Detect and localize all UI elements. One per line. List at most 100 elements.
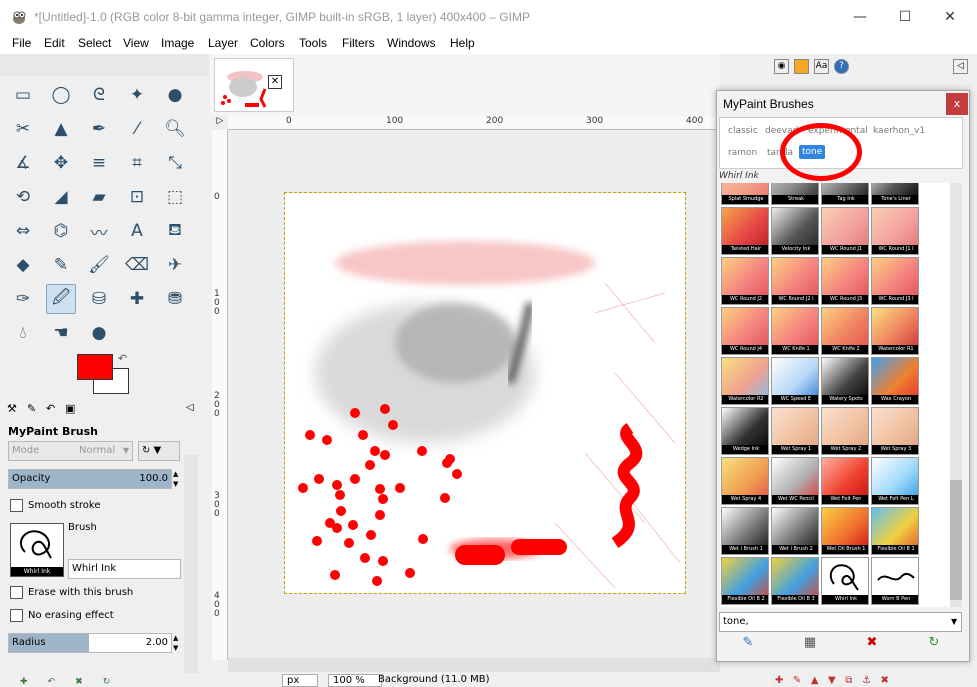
horizontal-scrollbar[interactable] [228, 658, 720, 672]
brush-item[interactable]: Flexible Oil B 2 [721, 557, 769, 605]
tool-options-buttons[interactable]: ✚ ↶ ✖ ↻ [20, 677, 180, 687]
brush-item[interactable]: Watery Spots [821, 357, 869, 405]
brushes-tab-icon[interactable]: ◉ [774, 59, 789, 74]
brush-item[interactable]: Wet I Brush 2 [771, 507, 819, 555]
brush-item[interactable]: WC Round J2 [721, 257, 769, 305]
brush-item[interactable]: WC Knife 2 [821, 307, 869, 355]
brush-item[interactable]: Watercolor R1 [871, 307, 919, 355]
menu-file[interactable]: File [12, 36, 31, 50]
ink-icon[interactable]: ✑ [8, 284, 38, 314]
heal-icon[interactable]: ✚ [122, 284, 152, 314]
zoom-icon[interactable]: 🔍︎ [160, 114, 190, 144]
eraser-icon[interactable]: ⌫ [122, 250, 152, 280]
images-tab-icon[interactable]: ▣ [65, 402, 75, 415]
dodge-burn-icon[interactable]: ● [84, 318, 114, 348]
tag-entry-field[interactable]: tone, [719, 612, 962, 632]
measure-icon[interactable]: ∡ [8, 148, 38, 178]
move-icon[interactable]: ✥ [46, 148, 76, 178]
ruler-corner[interactable]: ▷ [212, 116, 228, 130]
brush-item[interactable]: Streak [771, 183, 819, 205]
brush-item[interactable]: Twisted Hair [721, 207, 769, 255]
dock-bottom-buttons[interactable]: ✚ ✎ ▲ ▼ ⧉ ⚓ ✖ [775, 675, 975, 687]
delete-brush-icon[interactable]: ✖ [860, 635, 884, 655]
warp-transform-icon[interactable]: 〰 [84, 216, 114, 246]
mypaint-brush-icon[interactable]: 🖉 [46, 284, 76, 314]
undo-history-tab-icon[interactable]: ↶ [46, 402, 55, 415]
opacity-slider[interactable]: Opacity 100.0 [8, 469, 172, 489]
align-icon[interactable]: ≡ [84, 148, 114, 178]
fuzzy-select-icon[interactable]: ✦ [122, 80, 152, 110]
refresh-brushes-icon[interactable]: ↻ [922, 635, 946, 655]
airbrush-icon[interactable]: ✈ [160, 250, 190, 280]
brush-item[interactable]: Wet Spray 3 [871, 407, 919, 455]
patterns-tab-icon[interactable] [794, 59, 809, 74]
brush-item[interactable]: WC Round J2 l [771, 257, 819, 305]
free-select-icon[interactable]: ᘓ [84, 80, 114, 110]
tag-classic[interactable]: classic [728, 126, 758, 136]
radius-slider[interactable]: Radius 2.00 [8, 633, 172, 653]
brush-item[interactable]: Splat Smudge [721, 183, 769, 205]
brush-item[interactable]: Wet Oil Brush 1 [821, 507, 869, 555]
close-image-icon[interactable]: ✕ [268, 75, 282, 89]
perspective-clone-icon[interactable]: ⛃ [160, 284, 190, 314]
text-icon[interactable]: A [122, 216, 152, 246]
brush-item[interactable]: WC Round J4 [721, 307, 769, 355]
tag-ramon[interactable]: ramon [728, 148, 757, 158]
no-erasing-checkbox[interactable] [10, 609, 23, 622]
brush-grid-scroll-thumb[interactable] [950, 480, 962, 600]
scale-icon[interactable]: ◢ [46, 182, 76, 212]
cage-transform-icon[interactable]: ⌬ [46, 216, 76, 246]
brush-item[interactable]: WC Round J1 [821, 207, 869, 255]
select-by-color-icon[interactable]: ● [160, 80, 190, 110]
chevron-down-icon[interactable]: ▼ [951, 617, 957, 626]
brush-item[interactable]: WC Round J3 [821, 257, 869, 305]
brush-item[interactable]: Flexible Oil B 1 [871, 507, 919, 555]
menu-filters[interactable]: Filters [342, 36, 375, 50]
menu-windows[interactable]: Windows [387, 36, 436, 50]
brush-item[interactable]: Wet Spray 1 [771, 407, 819, 455]
swap-colors-icon[interactable]: ↶ [118, 352, 127, 365]
brush-item[interactable]: Wedge Ink [721, 407, 769, 455]
paintbrush-icon[interactable]: 🖌︎ [84, 250, 114, 280]
paths-icon[interactable]: ✒ [84, 114, 114, 144]
mode-toggle[interactable]: ↻ ▼ [138, 441, 180, 461]
foreground-select-icon[interactable]: ▲ [46, 114, 76, 144]
brush-item[interactable]: Wet Spray 4 [721, 457, 769, 505]
brush-preview[interactable]: Whirl Ink [10, 523, 64, 577]
brush-item[interactable]: Wet I Brush 1 [721, 507, 769, 555]
dialog-close-button[interactable]: x [946, 93, 968, 115]
brush-item[interactable]: Worn B Pen [871, 557, 919, 605]
foreground-color-swatch[interactable] [77, 354, 113, 380]
brush-name-field[interactable]: Whirl Ink [68, 559, 181, 579]
rect-select-icon[interactable]: ▭ [8, 80, 38, 110]
blend-icon[interactable]: ◆ [8, 250, 38, 280]
bucket-fill-icon[interactable]: ⛾ [160, 216, 190, 246]
menu-view[interactable]: View [123, 36, 149, 50]
scissors-icon[interactable]: ✂ [8, 114, 38, 144]
image-thumbnail-tab[interactable] [214, 58, 294, 112]
help-tab-icon[interactable]: ? [834, 59, 849, 74]
brush-item[interactable]: Wax Crayon [871, 357, 919, 405]
menu-tools[interactable]: Tools [299, 36, 327, 50]
brush-item[interactable]: Tone's Liner [871, 183, 919, 205]
menu-edit[interactable]: Edit [44, 36, 65, 50]
flip-icon[interactable]: ⇔ [8, 216, 38, 246]
tool-options-tab-icon[interactable]: ⚒ [7, 402, 17, 415]
menu-layer[interactable]: Layer [208, 36, 238, 50]
color-picker-icon[interactable]: ⁄ [122, 114, 152, 144]
smudge-icon[interactable]: ☚ [46, 318, 76, 348]
menu-select[interactable]: Select [78, 36, 111, 50]
brush-item[interactable]: WC Knife 1 [771, 307, 819, 355]
dock-configure-icon[interactable]: ◁ [953, 59, 968, 74]
erase-checkbox[interactable] [10, 586, 23, 599]
opacity-spinner[interactable]: ▲ ▼ [173, 469, 182, 489]
clone-icon[interactable]: ⛁ [84, 284, 114, 314]
edit-brush-icon[interactable]: ✎ [736, 635, 760, 655]
menu-image[interactable]: Image [161, 36, 194, 50]
mode-select[interactable]: Mode Normal ▼ [8, 441, 133, 461]
minimize-button[interactable]: — [837, 0, 883, 34]
brush-item[interactable]: Whirl Ink [821, 557, 869, 605]
brush-as-image-icon[interactable]: ▦ [798, 635, 822, 655]
menu-help[interactable]: Help [450, 36, 475, 50]
rotate-icon[interactable]: ⟲ [8, 182, 38, 212]
